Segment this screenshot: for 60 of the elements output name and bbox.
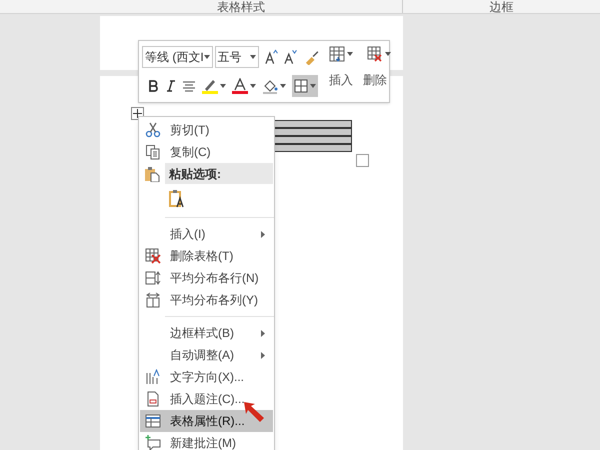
ribbon-group-label: 表格样式 [216, 1, 265, 13]
highlight-button[interactable] [202, 78, 226, 94]
align-center-icon[interactable] [182, 80, 196, 92]
move-icon [133, 109, 142, 118]
dropdown-caret-icon [280, 84, 286, 88]
text-direction-icon [145, 369, 161, 385]
table-insert-icon [329, 46, 345, 62]
copy-icon [145, 144, 161, 160]
menu-item[interactable]: 剪切(T) [140, 119, 273, 141]
paste-text-only-icon[interactable] [169, 188, 185, 208]
menu-item[interactable]: 平均分布各列(Y) [140, 289, 273, 311]
distribute-columns-icon [145, 292, 161, 308]
menu-item[interactable]: 自动调整(A) [140, 344, 273, 366]
submenu-arrow-icon [261, 330, 265, 336]
italic-icon[interactable] [166, 80, 176, 92]
grow-font-icon[interactable] [264, 49, 278, 65]
bold-icon [148, 80, 158, 92]
submenu-arrow-icon [261, 352, 265, 358]
table-properties-icon [145, 413, 161, 429]
distribute-rows-icon [145, 270, 161, 286]
menu-item[interactable]: 新建批注(M) [140, 432, 273, 450]
shading-button[interactable] [262, 78, 286, 94]
table-resize-handle[interactable] [356, 154, 369, 167]
borders-button[interactable] [292, 75, 318, 97]
font-color-icon [232, 78, 248, 94]
menu-item[interactable]: 文字方向(X)... [140, 366, 273, 388]
paint-bucket-icon [262, 78, 278, 94]
dropdown-caret-icon [250, 84, 256, 88]
scissors-icon [145, 122, 161, 138]
menu-item[interactable]: 复制(C) [140, 141, 273, 163]
caption-icon [145, 391, 161, 407]
dropdown-caret-icon [385, 52, 391, 56]
menu-section-header: 粘贴选项: [165, 163, 273, 184]
dropdown-caret-icon [347, 52, 353, 56]
table-delete-icon [367, 46, 383, 62]
font-size-field[interactable]: 五号 [214, 46, 259, 68]
menu-item[interactable]: 表格属性(R)... [140, 410, 273, 432]
clipboard-icon [144, 166, 160, 182]
ribbon-group-label: 边框 [490, 1, 514, 13]
font-color-button[interactable] [232, 78, 256, 94]
menu-item[interactable]: 边框样式(B) [140, 322, 273, 344]
menu-item[interactable]: 插入题注(C)... [140, 388, 273, 410]
delete-table-button[interactable] [367, 46, 391, 62]
menu-item[interactable]: 平均分布各行(N) [140, 267, 273, 289]
borders-icon [294, 79, 308, 93]
delete-table-icon [145, 248, 161, 264]
highlighter-icon [202, 78, 218, 94]
dropdown-caret-icon [204, 55, 210, 59]
menu-item[interactable]: 插入(I) [140, 223, 273, 245]
delete-button[interactable]: 删除 [363, 71, 387, 89]
format-painter-icon[interactable] [304, 49, 319, 65]
dropdown-caret-icon [220, 84, 226, 88]
dropdown-caret-icon [250, 55, 256, 59]
shrink-font-icon[interactable] [284, 49, 298, 65]
insert-button[interactable]: 插入 [329, 71, 353, 89]
font-field[interactable]: 等线 (西文I [142, 46, 213, 68]
insert-table-button[interactable] [329, 46, 353, 62]
dropdown-caret-icon [310, 84, 316, 88]
submenu-arrow-icon [261, 230, 265, 238]
menu-item[interactable]: 删除表格(T) [140, 245, 273, 267]
